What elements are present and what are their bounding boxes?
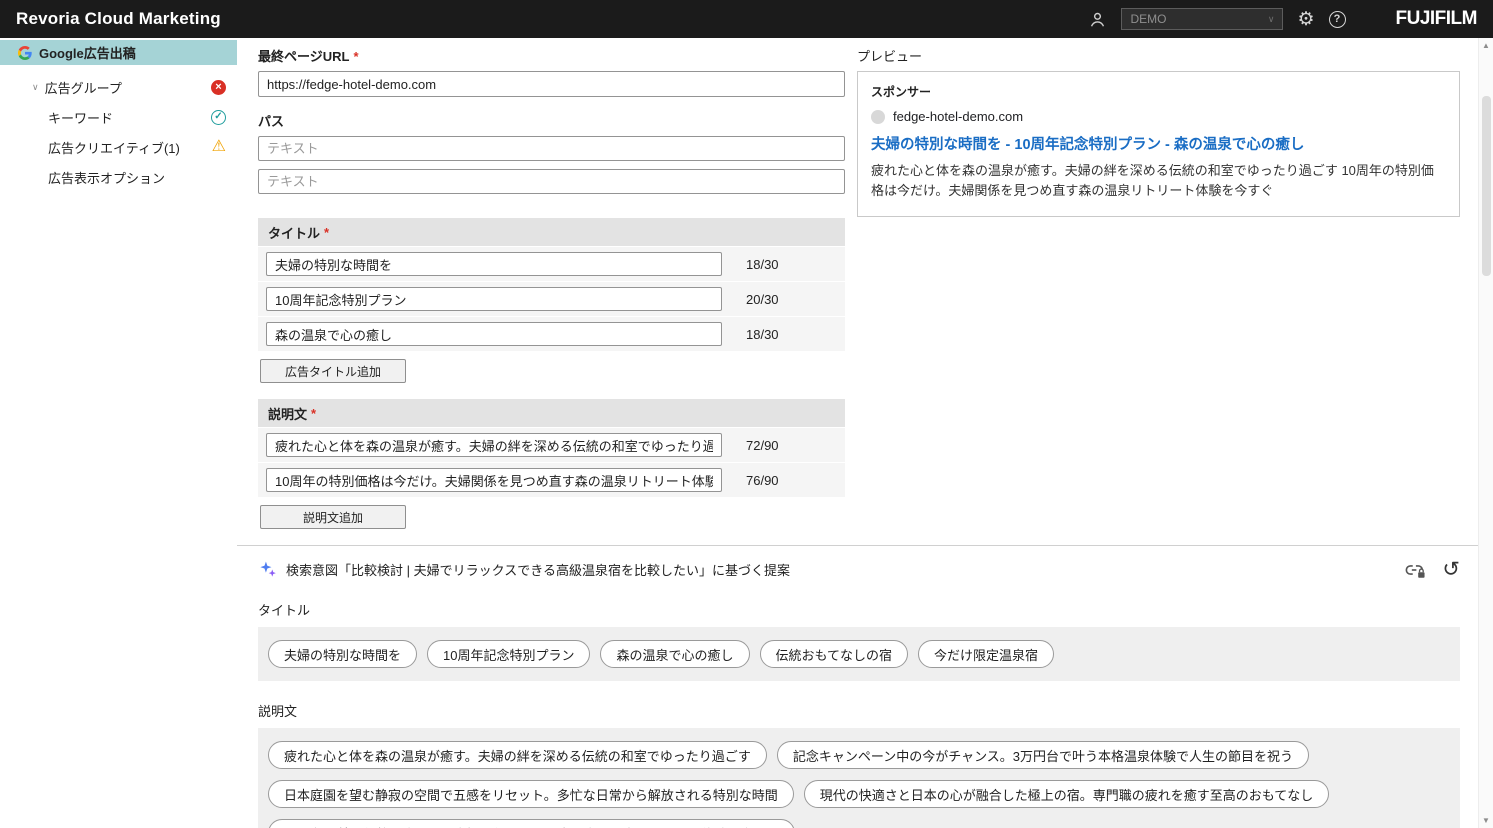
title-suggestion-chip[interactable]: 10周年記念特別プラン — [427, 640, 590, 668]
description-row: 72/90 — [258, 427, 845, 462]
add-description-button[interactable]: 説明文追加 — [260, 505, 406, 529]
preview-label: プレビュー — [857, 46, 1460, 65]
preview-panel: プレビュー スポンサー fedge-hotel-demo.com 夫婦の特別な時… — [857, 42, 1460, 529]
title-row: 18/30 — [258, 316, 845, 351]
description-suggestion-chip[interactable]: 10周年の特別価格は今だけ。夫婦関係を見つめ直す森の温泉リトリート体験を今すぐ — [268, 819, 795, 828]
char-counter: 20/30 — [746, 292, 779, 307]
titles-section-header: タイトル * — [258, 218, 845, 246]
char-counter: 18/30 — [746, 257, 779, 272]
description-suggestion-chip[interactable]: 記念キャンペーン中の今がチャンス。3万円台で叶う本格温泉体験で人生の節目を祝う — [777, 741, 1309, 769]
page-body: Google広告出稿 ∨ 広告グループ × キーワード ✓ 広告クリエイティブ(… — [0, 38, 1493, 828]
title-input-2[interactable] — [266, 287, 722, 311]
gear-icon[interactable]: ⚙ — [1297, 10, 1314, 29]
ad-preview-card: スポンサー fedge-hotel-demo.com 夫婦の特別な時間を - 1… — [857, 71, 1460, 217]
title-input-1[interactable] — [266, 252, 722, 276]
top-bar: Revoria Cloud Marketing DEMO ∨ ⚙ ? FUJIF… — [0, 0, 1493, 38]
suggestion-heading: 検索意図「比較検討 | 夫婦でリラックスできる高級温泉宿を比較したい」に基づく提… — [286, 560, 790, 579]
ad-form: 最終ページURL * パス タイトル * 18/30 20/30 — [258, 42, 845, 529]
sparkle-icon — [258, 560, 277, 579]
description-suggestion-chip[interactable]: 疲れた心と体を森の温泉が癒す。夫婦の絆を深める伝統の和室でゆったり過ごす — [268, 741, 767, 769]
sidebar-item-label: 広告表示オプション — [48, 168, 165, 187]
favicon-placeholder — [871, 110, 885, 124]
description-rows: 72/90 76/90 — [258, 427, 845, 497]
final-url-label-text: 最終ページURL — [258, 49, 349, 64]
title-input-3[interactable] — [266, 322, 722, 346]
char-counter: 18/30 — [746, 327, 779, 342]
path-label: パス — [258, 111, 845, 130]
char-counter: 72/90 — [746, 438, 779, 453]
title-rows: 18/30 20/30 18/30 — [258, 246, 845, 351]
title-suggestion-chip[interactable]: 伝統おもてなしの宿 — [760, 640, 908, 668]
add-title-button[interactable]: 広告タイトル追加 — [260, 359, 406, 383]
sidebar-item-ad-creative[interactable]: 広告クリエイティブ(1) ⚠ — [0, 135, 237, 159]
suggested-titles-box: 夫婦の特別な時間を 10周年記念特別プラン 森の温泉で心の癒し 伝統おもてなしの… — [258, 627, 1460, 681]
warning-icon: ⚠ — [212, 139, 226, 155]
path-input-2[interactable] — [258, 169, 845, 194]
editor-and-preview: 最終ページURL * パス タイトル * 18/30 20/30 — [258, 42, 1460, 529]
preview-domain: fedge-hotel-demo.com — [893, 109, 1023, 124]
suggested-descriptions-label: 説明文 — [258, 701, 1460, 720]
chevron-down-icon: ∨ — [32, 82, 39, 93]
refresh-icon[interactable]: ↺ — [1442, 559, 1460, 580]
error-icon: × — [211, 80, 226, 95]
sidebar-item-label: 広告グループ — [45, 78, 122, 97]
link-lock-icon[interactable] — [1404, 560, 1426, 580]
user-icon[interactable] — [1088, 10, 1107, 29]
description-row: 76/90 — [258, 462, 845, 497]
fujifilm-logo: FUJIFILM — [1396, 8, 1478, 30]
suggested-descriptions-box: 疲れた心と体を森の温泉が癒す。夫婦の絆を深める伝統の和室でゆったり過ごす 記念キ… — [258, 728, 1460, 828]
section-divider — [237, 545, 1478, 546]
title-suggestion-chip[interactable]: 夫婦の特別な時間を — [268, 640, 417, 668]
suggestion-header: 検索意図「比較検討 | 夫婦でリラックスできる高級温泉宿を比較したい」に基づく提… — [258, 559, 1460, 580]
help-icon[interactable]: ? — [1329, 11, 1346, 28]
sidebar: Google広告出稿 ∨ 広告グループ × キーワード ✓ 広告クリエイティブ(… — [0, 38, 237, 828]
sponsor-label: スポンサー — [871, 83, 1446, 100]
title-suggestion-chip[interactable]: 森の温泉で心の癒し — [600, 640, 749, 668]
sidebar-item-label: 広告クリエイティブ(1) — [48, 138, 180, 157]
description-input-1[interactable] — [266, 433, 722, 457]
sidebar-item-label: Google広告出稿 — [39, 43, 136, 62]
char-counter: 76/90 — [746, 473, 779, 488]
sidebar-item-label: キーワード — [48, 108, 113, 127]
preview-ad-title[interactable]: 夫婦の特別な時間を - 10周年記念特別プラン - 森の温泉で心の癒し — [871, 133, 1446, 154]
description-suggestion-chip[interactable]: 現代の快適さと日本の心が融合した極上の宿。専門職の疲れを癒す至高のおもてなし — [804, 780, 1329, 808]
app-title: Revoria Cloud Marketing — [16, 9, 221, 29]
title-suggestion-chip[interactable]: 今だけ限定温泉宿 — [918, 640, 1054, 668]
sidebar-item-keywords[interactable]: キーワード ✓ — [0, 105, 237, 129]
path-input-1[interactable] — [258, 136, 845, 161]
required-mark: * — [324, 225, 329, 240]
domain-row: fedge-hotel-demo.com — [871, 109, 1446, 124]
suggested-titles-label: タイトル — [258, 600, 1460, 619]
account-select-value: DEMO — [1130, 12, 1166, 26]
sidebar-item-google-ads[interactable]: Google広告出稿 — [0, 40, 237, 65]
main-content: 最終ページURL * パス タイトル * 18/30 20/30 — [237, 38, 1478, 828]
scrollbar-thumb[interactable] — [1482, 96, 1491, 276]
descriptions-section-label: 説明文 — [268, 404, 307, 423]
scroll-up-arrow[interactable]: ▲ — [1482, 41, 1490, 50]
title-row: 18/30 — [258, 246, 845, 281]
sidebar-item-ad-group[interactable]: ∨ 広告グループ × — [0, 75, 237, 99]
title-row: 20/30 — [258, 281, 845, 316]
final-url-label: 最終ページURL * — [258, 46, 845, 65]
account-select[interactable]: DEMO ∨ — [1121, 8, 1283, 30]
scroll-down-arrow[interactable]: ▼ — [1482, 816, 1490, 825]
google-icon — [18, 46, 32, 60]
required-mark: * — [353, 49, 358, 64]
titles-section-label: タイトル — [268, 223, 320, 242]
final-url-input[interactable] — [258, 71, 845, 97]
scrollbar[interactable]: ▲ ▼ — [1478, 38, 1493, 828]
preview-ad-description: 疲れた心と体を森の温泉が癒す。夫婦の絆を深める伝統の和室でゆったり過ごす 10周… — [871, 161, 1446, 201]
description-input-2[interactable] — [266, 468, 722, 492]
sidebar-item-ad-extensions[interactable]: 広告表示オプション — [0, 165, 237, 189]
required-mark: * — [311, 406, 316, 421]
chevron-down-icon: ∨ — [1268, 14, 1275, 25]
header-actions: DEMO ∨ ⚙ ? FUJIFILM — [1088, 8, 1477, 30]
descriptions-section-header: 説明文 * — [258, 399, 845, 427]
suggestion-actions: ↺ — [1404, 559, 1460, 580]
check-icon: ✓ — [211, 110, 226, 125]
description-suggestion-chip[interactable]: 日本庭園を望む静寂の空間で五感をリセット。多忙な日常から解放される特別な時間 — [268, 780, 794, 808]
